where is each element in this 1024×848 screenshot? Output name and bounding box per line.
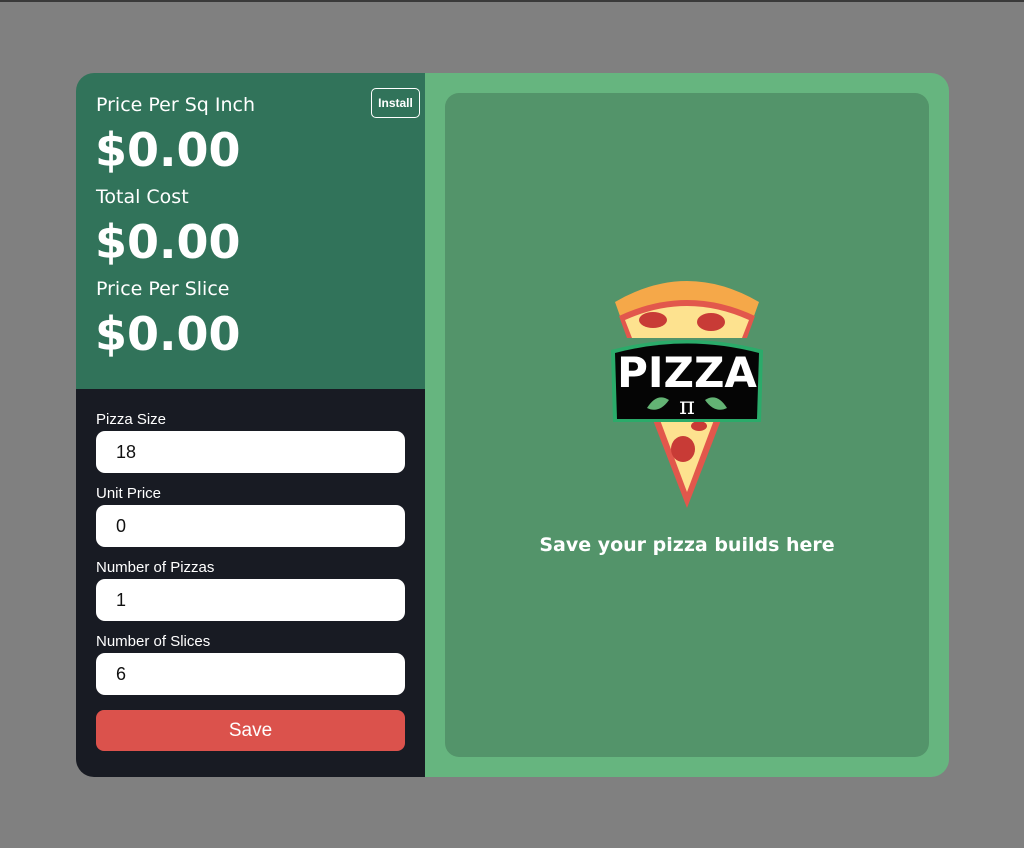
pizza-app: Install Price Per Sq Inch $0.00 Total Co… — [76, 73, 949, 777]
unit-price-input[interactable] — [96, 505, 405, 547]
number-of-pizzas-label: Number of Pizzas — [96, 559, 215, 576]
pizza-slice-logo-icon: PIZZA π — [611, 281, 763, 508]
logo-pi-symbol: π — [679, 392, 695, 420]
install-button[interactable]: Install — [371, 88, 420, 118]
saved-builds-panel: PIZZA π Save your pizza builds here — [425, 73, 949, 777]
number-of-slices-input[interactable] — [96, 653, 405, 695]
unit-price-label: Unit Price — [96, 485, 162, 502]
number-of-slices-label: Number of Slices — [96, 633, 211, 650]
price-per-slice-label: Price Per Slice — [96, 278, 230, 300]
saved-builds-area: PIZZA π Save your pizza builds here — [445, 93, 929, 757]
window-top-border — [0, 0, 1024, 2]
price-per-sq-inch-label: Price Per Sq Inch — [96, 94, 256, 116]
pizza-form: Pizza Size Unit Price Number of Pizzas N… — [76, 389, 425, 777]
total-cost-value: $0.00 — [95, 215, 241, 269]
price-per-slice-value: $0.00 — [95, 307, 241, 361]
number-of-pizzas-input[interactable] — [96, 579, 405, 621]
empty-state-message: Save your pizza builds here — [539, 534, 835, 556]
pizza-size-label: Pizza Size — [96, 411, 167, 428]
logo-text: PIZZA — [617, 348, 757, 397]
price-per-sq-inch-value: $0.00 — [95, 123, 241, 177]
save-button[interactable]: Save — [96, 710, 405, 751]
pizza-size-input[interactable] — [96, 431, 405, 473]
total-cost-label: Total Cost — [96, 186, 189, 208]
calculator-panel: Install Price Per Sq Inch $0.00 Total Co… — [76, 73, 425, 777]
results-panel: Install Price Per Sq Inch $0.00 Total Co… — [76, 73, 425, 389]
